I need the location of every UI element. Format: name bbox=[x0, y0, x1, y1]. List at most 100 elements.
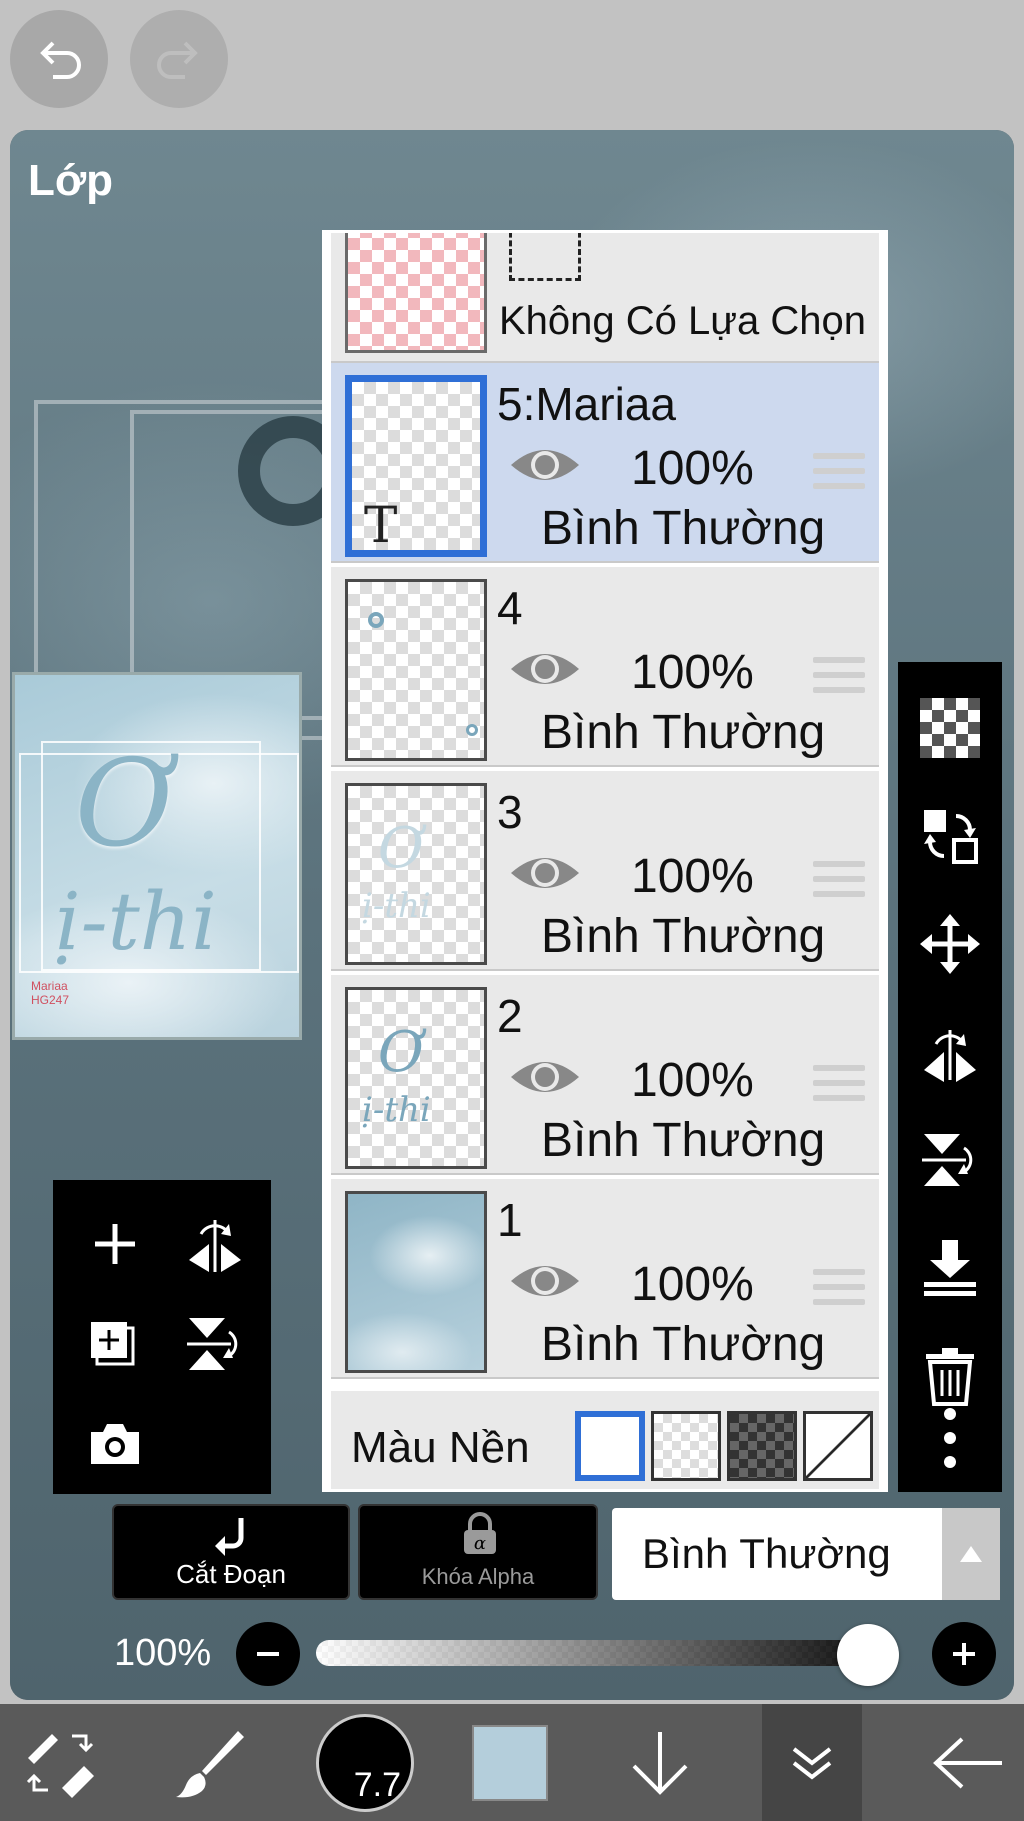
layer-opacity: 100% bbox=[631, 850, 754, 903]
opacity-slider-knob[interactable] bbox=[837, 1624, 899, 1686]
brush-tool-button[interactable] bbox=[150, 1704, 270, 1821]
chevron-up-icon bbox=[942, 1508, 1000, 1600]
opacity-row: 100% bbox=[0, 1600, 1024, 1700]
clipping-icon bbox=[215, 1518, 244, 1556]
alpha-lock-icon: α bbox=[464, 1512, 496, 1554]
plus-icon bbox=[95, 1224, 135, 1264]
color-button[interactable] bbox=[460, 1704, 560, 1821]
brush-eraser-swap-icon bbox=[26, 1733, 94, 1798]
layer-blend-mode: Bình Thường bbox=[541, 706, 826, 759]
merge-down-button[interactable] bbox=[898, 1218, 1002, 1318]
brush-icon bbox=[176, 1730, 244, 1797]
bg-option-white[interactable] bbox=[575, 1411, 645, 1481]
eye-icon[interactable] bbox=[509, 1259, 581, 1303]
alpha-lock-button[interactable]: α Khóa Alpha bbox=[358, 1504, 598, 1600]
opacity-decrease-button[interactable] bbox=[236, 1622, 300, 1686]
drag-handle-icon[interactable] bbox=[813, 1269, 865, 1314]
opacity-value: 100% bbox=[114, 1632, 212, 1674]
move-button[interactable] bbox=[898, 894, 1002, 994]
bg-option-light-checker[interactable] bbox=[651, 1411, 721, 1481]
layer-thumbnail bbox=[345, 579, 487, 761]
transparency-button[interactable] bbox=[898, 678, 1002, 778]
bg-option-dark-checker[interactable] bbox=[727, 1411, 797, 1481]
merge-down-icon bbox=[924, 1240, 976, 1296]
layer-row[interactable]: 4 100% Bình Thường bbox=[331, 567, 879, 767]
arrow-left-icon bbox=[933, 1737, 1002, 1788]
opacity-increase-button[interactable] bbox=[932, 1622, 996, 1686]
layer-blend-mode: Bình Thường bbox=[541, 1318, 826, 1371]
flip-horizontal-button[interactable] bbox=[165, 1194, 265, 1294]
chevron-double-down-icon bbox=[792, 1746, 832, 1780]
selection-layer-row[interactable]: Không Có Lựa Chọn bbox=[331, 233, 879, 363]
opacity-slider[interactable] bbox=[316, 1640, 888, 1666]
camera-icon bbox=[91, 1424, 139, 1464]
brush-size-indicator: 7.7 bbox=[316, 1713, 414, 1812]
selection-status: Không Có Lựa Chọn bbox=[499, 299, 867, 343]
drag-handle-icon[interactable] bbox=[813, 657, 865, 702]
layer-tool-grid bbox=[53, 1180, 271, 1494]
layers-list: Không Có Lựa Chọn T 5:Mariaa 100% Bình T… bbox=[322, 230, 888, 1492]
move-down-button[interactable] bbox=[610, 1704, 710, 1821]
top-bar bbox=[0, 0, 1024, 120]
move-icon bbox=[920, 914, 980, 974]
eye-icon[interactable] bbox=[509, 851, 581, 895]
layer-row[interactable]: Ơ ị-thi 3 100% Bình Thường bbox=[331, 771, 879, 971]
alpha-lock-label: Khóa Alpha bbox=[421, 1564, 535, 1589]
layer-thumbnail: Ơ ị-thi bbox=[345, 987, 487, 1169]
blend-mode-select[interactable]: Bình Thường bbox=[612, 1508, 1000, 1600]
drag-handle-icon[interactable] bbox=[813, 861, 865, 906]
undo-button[interactable] bbox=[10, 10, 108, 108]
clipping-label: Cắt Đoạn bbox=[176, 1559, 286, 1589]
layer-opacity: 100% bbox=[631, 1258, 754, 1311]
more-options-button[interactable] bbox=[898, 1388, 1002, 1488]
eye-icon[interactable] bbox=[509, 647, 581, 691]
layer-thumbnail: Ơ ị-thi bbox=[345, 783, 487, 965]
layer-thumbnail: T bbox=[345, 375, 487, 557]
redo-button[interactable] bbox=[130, 10, 228, 108]
preview-artwork-text: Ơ bbox=[75, 735, 174, 874]
swap-layer-button[interactable] bbox=[898, 786, 1002, 886]
tool-switch-button[interactable] bbox=[0, 1704, 120, 1821]
arrow-down-icon bbox=[632, 1731, 688, 1795]
layer-name: 1 bbox=[497, 1194, 523, 1246]
selection-marquee-icon bbox=[509, 233, 581, 281]
layer-blend-mode: Bình Thường bbox=[541, 910, 826, 963]
flip-horizontal-icon bbox=[924, 1030, 976, 1082]
back-button[interactable] bbox=[912, 1704, 1024, 1821]
flip-vertical-button[interactable] bbox=[165, 1294, 265, 1394]
layer-panel-button[interactable] bbox=[762, 1704, 862, 1821]
layer-blend-mode: Bình Thường bbox=[541, 502, 826, 555]
layer-row[interactable]: Ơ ị-thi 2 100% Bình Thường bbox=[331, 975, 879, 1175]
duplicate-layer-button[interactable] bbox=[65, 1294, 165, 1394]
plus-icon bbox=[953, 1643, 975, 1665]
drag-handle-icon[interactable] bbox=[813, 453, 865, 498]
bg-option-none[interactable] bbox=[803, 1411, 873, 1481]
flip-vertical-button[interactable] bbox=[898, 1110, 1002, 1210]
undo-icon bbox=[40, 41, 81, 79]
layer-row[interactable]: T 5:Mariaa 100% Bình Thường bbox=[331, 363, 879, 563]
brush-size-button[interactable]: 7.7 bbox=[300, 1704, 430, 1821]
camera-button[interactable] bbox=[65, 1394, 165, 1494]
layer-opacity: 100% bbox=[631, 1054, 754, 1107]
layer-opacity: 100% bbox=[631, 442, 754, 495]
checker-icon bbox=[920, 698, 980, 758]
background-color-row: Màu Nền bbox=[331, 1391, 879, 1489]
layer-row[interactable]: 1 100% Bình Thường bbox=[331, 1179, 879, 1379]
layer-name: 5:Mariaa bbox=[497, 378, 676, 430]
more-vertical-icon bbox=[944, 1408, 956, 1468]
eye-icon[interactable] bbox=[509, 1055, 581, 1099]
blend-mode-value: Bình Thường bbox=[642, 1530, 891, 1577]
clipping-button[interactable]: Cắt Đoạn bbox=[112, 1504, 350, 1600]
flip-vertical-icon bbox=[922, 1134, 973, 1186]
add-layer-button[interactable] bbox=[65, 1194, 165, 1294]
eye-icon[interactable] bbox=[509, 443, 581, 487]
layer-opacity: 100% bbox=[631, 646, 754, 699]
bottom-toolbar: 7.7 bbox=[0, 1704, 1024, 1821]
canvas-preview[interactable]: Ơ ị-thi Mariaa HG247 bbox=[12, 672, 302, 1040]
layer-name: 3 bbox=[497, 786, 523, 838]
current-color-swatch bbox=[472, 1724, 548, 1801]
selection-layer-thumbnail bbox=[345, 233, 487, 353]
svg-text:α: α bbox=[474, 1533, 486, 1554]
drag-handle-icon[interactable] bbox=[813, 1065, 865, 1110]
flip-horizontal-button[interactable] bbox=[898, 1002, 1002, 1102]
